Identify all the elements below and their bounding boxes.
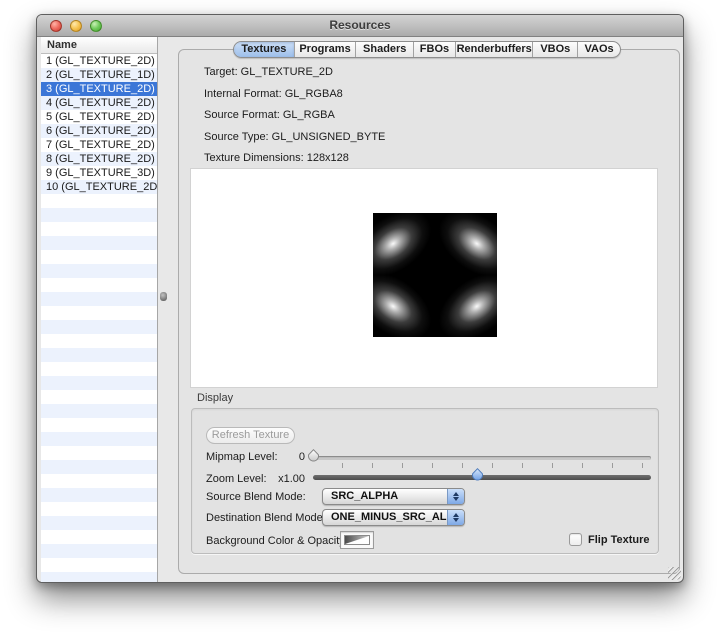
source-blend-label: Source Blend Mode:	[206, 491, 306, 503]
list-item[interactable]: 8 (GL_TEXTURE_2D)	[41, 152, 157, 166]
info-target: Target: GL_TEXTURE_2D	[204, 66, 333, 78]
list-item[interactable]: 2 (GL_TEXTURE_1D)	[41, 68, 157, 82]
list-item-selected[interactable]: 3 (GL_TEXTURE_2D)	[41, 82, 157, 96]
background-color-label: Background Color & Opacity:	[206, 535, 348, 547]
refresh-texture-button[interactable]: Refresh Texture	[206, 427, 295, 444]
zoom-level-label: Zoom Level:	[206, 473, 267, 485]
popup-arrows-icon	[447, 489, 464, 504]
list-item[interactable]: 6 (GL_TEXTURE_2D)	[41, 124, 157, 138]
dest-blend-value: ONE_MINUS_SRC_ALPHA	[331, 510, 465, 525]
list-item[interactable]: 7 (GL_TEXTURE_2D)	[41, 138, 157, 152]
color-swatch-icon	[344, 535, 370, 545]
resources-window: Resources Name 1 (GL_TEXTURE_2D) 2 (GL_T…	[36, 14, 684, 583]
dest-blend-popup[interactable]: ONE_MINUS_SRC_ALPHA	[322, 509, 465, 526]
window-title: Resources	[37, 18, 683, 32]
tab-bar: Textures Programs Shaders FBOs Renderbuf…	[233, 41, 621, 58]
desktop: Resources Name 1 (GL_TEXTURE_2D) 2 (GL_T…	[0, 0, 719, 632]
tab-shaders[interactable]: Shaders	[356, 42, 414, 57]
resource-list-sidebar: Name 1 (GL_TEXTURE_2D) 2 (GL_TEXTURE_1D)…	[41, 37, 158, 582]
info-source-type: Source Type: GL_UNSIGNED_BYTE	[204, 131, 385, 143]
dest-blend-label: Destination Blend Mode:	[206, 512, 326, 524]
tab-programs[interactable]: Programs	[295, 42, 357, 57]
tab-vaos[interactable]: VAOs	[578, 42, 620, 57]
resize-grip-icon[interactable]	[668, 567, 681, 580]
source-blend-popup[interactable]: SRC_ALPHA	[322, 488, 465, 505]
list-item[interactable]: 1 (GL_TEXTURE_2D)	[41, 54, 157, 68]
resource-list: 1 (GL_TEXTURE_2D) 2 (GL_TEXTURE_1D) 3 (G…	[41, 54, 157, 582]
zoom-level-value: x1.00	[267, 473, 305, 485]
mipmap-slider-thumb[interactable]	[307, 449, 320, 462]
texture-preview-image	[373, 213, 497, 337]
flip-texture-checkbox[interactable]	[569, 533, 582, 546]
info-source-format: Source Format: GL_RGBA	[204, 109, 335, 121]
splitter-handle-icon[interactable]	[160, 292, 167, 301]
flip-texture-label: Flip Texture	[588, 534, 650, 546]
mipmap-slider-track[interactable]	[313, 456, 651, 460]
list-item[interactable]: 4 (GL_TEXTURE_2D)	[41, 96, 157, 110]
display-group-label: Display	[197, 392, 233, 404]
info-internal-format: Internal Format: GL_RGBA8	[204, 88, 343, 100]
info-texture-dimensions: Texture Dimensions: 128x128	[204, 152, 349, 164]
tab-vbos[interactable]: VBOs	[533, 42, 578, 57]
background-color-well[interactable]	[340, 531, 374, 549]
title-bar[interactable]: Resources	[37, 15, 683, 37]
source-blend-value: SRC_ALPHA	[331, 489, 398, 504]
list-item[interactable]: 10 (GL_TEXTURE_2D)	[41, 180, 157, 194]
texture-preview-area	[190, 168, 658, 388]
tab-renderbuffers[interactable]: Renderbuffers	[456, 42, 534, 57]
tab-textures[interactable]: Textures	[234, 42, 295, 57]
popup-arrows-icon	[447, 510, 464, 525]
name-column-header[interactable]: Name	[41, 37, 157, 54]
list-item[interactable]: 5 (GL_TEXTURE_2D)	[41, 110, 157, 124]
mipmap-level-value: 0	[267, 451, 305, 463]
tab-fbos[interactable]: FBOs	[414, 42, 456, 57]
list-item[interactable]: 9 (GL_TEXTURE_3D)	[41, 166, 157, 180]
zoom-slider-thumb[interactable]	[471, 468, 484, 481]
